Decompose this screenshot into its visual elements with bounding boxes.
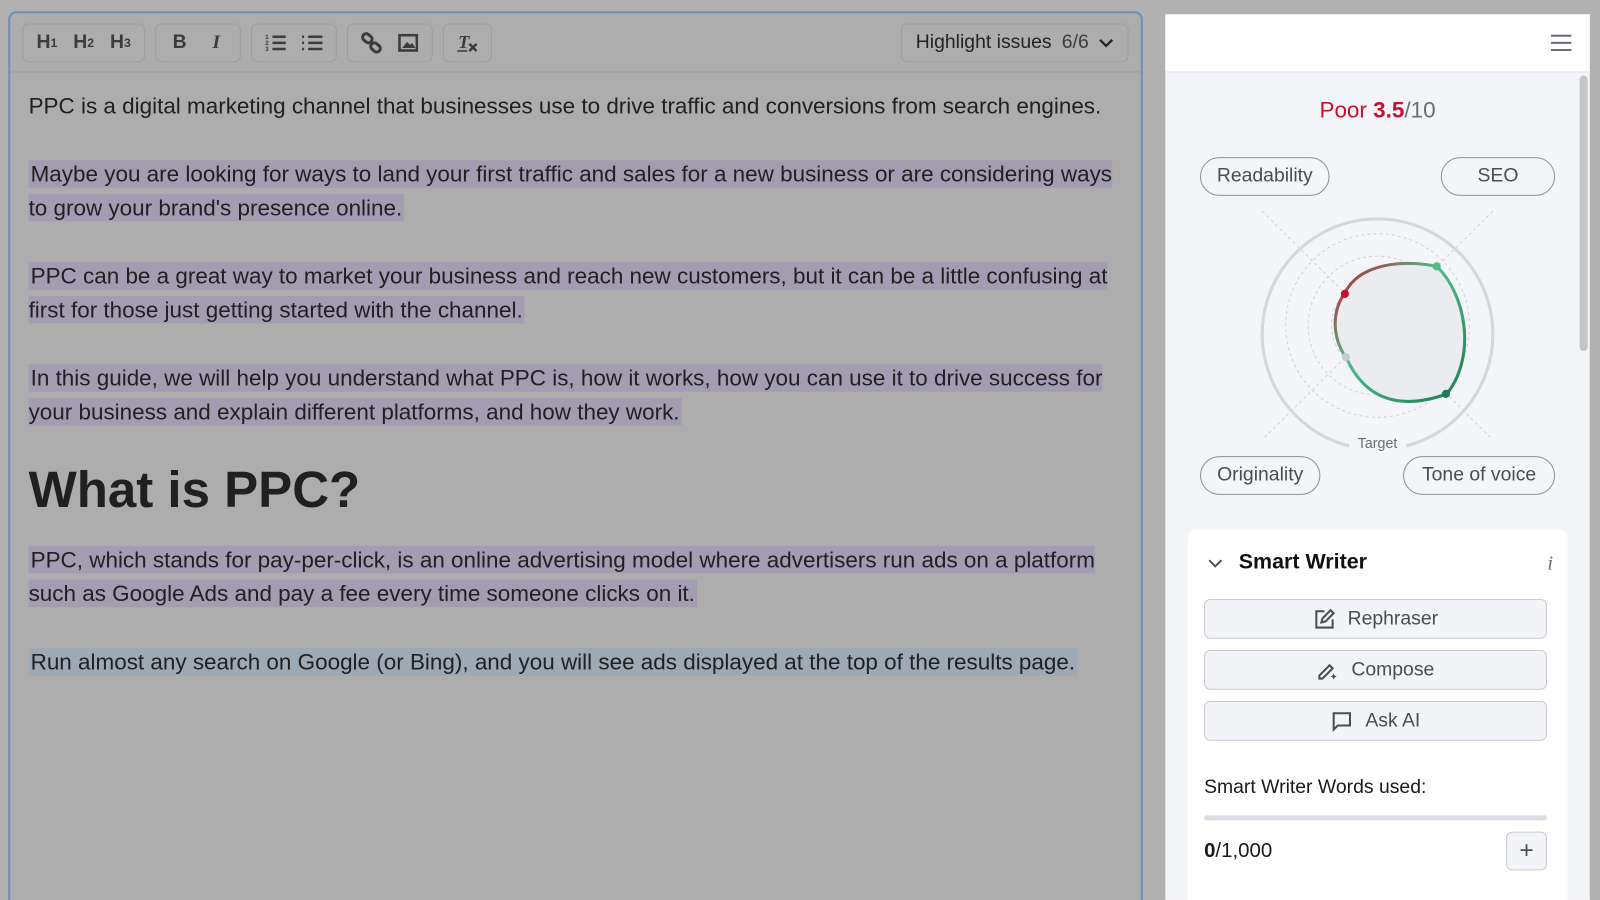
target-label: Target <box>1357 434 1398 452</box>
h3-sub: 3 <box>123 35 131 50</box>
paragraph: Maybe you are looking for ways to land y… <box>28 157 1123 225</box>
heading-group: H1 H2 H3 <box>22 22 145 62</box>
list-group: 123 <box>251 22 337 62</box>
info-icon[interactable]: i <box>1547 552 1553 575</box>
clear-group: T <box>442 22 492 62</box>
score-value: 3.5 <box>1373 96 1405 123</box>
seo-button[interactable]: SEO <box>1440 157 1556 196</box>
readability-point <box>1340 289 1349 298</box>
bullet-list-icon <box>302 34 323 50</box>
compose-button[interactable]: Compose <box>1204 649 1547 690</box>
panel-header <box>1165 14 1590 73</box>
clear-format-icon: T <box>457 31 478 51</box>
highlighted-text[interactable]: PPC, which stands for pay-per-click, is … <box>28 545 1095 608</box>
radar-chart <box>1260 210 1495 448</box>
format-group: B I <box>155 22 241 62</box>
hamburger-menu-icon[interactable] <box>1551 34 1572 56</box>
smart-writer-card: Smart Writer i Rephraser Compose Ask AI … <box>1187 529 1568 900</box>
paragraph: In this guide, we will help you understa… <box>28 361 1123 429</box>
bullet-list-button[interactable] <box>295 27 330 58</box>
tone-of-voice-point <box>1441 389 1450 398</box>
originality-point <box>1341 353 1350 362</box>
h1-button[interactable]: H1 <box>30 27 65 58</box>
link-button[interactable] <box>354 27 389 58</box>
document-body[interactable]: PPC is a digital marketing channel that … <box>10 72 1141 728</box>
paragraph: PPC can be a great way to market your bu… <box>28 259 1123 327</box>
seo-point <box>1432 262 1441 271</box>
add-words-button[interactable]: + <box>1506 831 1547 871</box>
score-rating: Poor <box>1319 96 1367 123</box>
italic-button[interactable]: I <box>199 27 234 58</box>
highlighted-text[interactable]: Maybe you are looking for ways to land y… <box>28 159 1113 222</box>
rephraser-button[interactable]: Rephraser <box>1204 598 1547 639</box>
compose-label: Compose <box>1351 658 1435 681</box>
ordered-list-button[interactable]: 123 <box>258 27 293 58</box>
h1-sub: 1 <box>50 35 58 50</box>
bold-button[interactable]: B <box>162 27 197 58</box>
score-shape <box>1333 261 1467 403</box>
toolbar: H1 H2 H3 B I 123 T Highlight issues 6/6 <box>10 13 1141 73</box>
clear-format-button[interactable]: T <box>450 27 485 58</box>
insert-group <box>346 22 433 62</box>
ordered-list-icon: 123 <box>265 33 286 53</box>
tone-of-voice-button[interactable]: Tone of voice <box>1403 456 1556 495</box>
h1-label: H <box>36 31 51 53</box>
highlight-count: 6/6 <box>1061 31 1089 53</box>
paragraph: PPC is a digital marketing channel that … <box>28 92 1102 119</box>
smart-writer-title: Smart Writer <box>1238 549 1367 574</box>
chat-bubble-icon <box>1332 711 1352 732</box>
image-icon <box>398 33 419 52</box>
chevron-down-icon <box>1099 38 1114 47</box>
words-used-count: 0/1,000 <box>1204 840 1272 863</box>
magic-pen-icon <box>1318 663 1338 680</box>
link-icon <box>361 31 382 54</box>
highlight-issues-dropdown[interactable]: Highlight issues 6/6 <box>900 22 1129 62</box>
image-button[interactable] <box>391 27 426 58</box>
ask-ai-label: Ask AI <box>1365 709 1421 732</box>
scrollbar[interactable] <box>1579 75 1588 352</box>
h2-label: H <box>73 31 88 53</box>
readability-button[interactable]: Readability <box>1199 157 1330 196</box>
svg-text:3: 3 <box>265 46 269 53</box>
h3-label: H <box>109 31 124 53</box>
highlighted-text[interactable]: In this guide, we will help you understa… <box>28 363 1103 426</box>
highlight-label: Highlight issues <box>915 31 1052 53</box>
originality-button[interactable]: Originality <box>1199 456 1321 495</box>
svg-text:T: T <box>458 31 470 51</box>
h3-button[interactable]: H3 <box>103 27 138 58</box>
seo-writing-assistant-panel: Poor 3.5/10 Readability SEO Originality … <box>1165 14 1590 900</box>
h2-button[interactable]: H2 <box>66 27 101 58</box>
heading: What is PPC? <box>28 460 361 518</box>
limit-count: /1,000 <box>1215 839 1273 863</box>
words-used-progress <box>1204 815 1547 821</box>
paragraph: PPC, which stands for pay-per-click, is … <box>28 542 1123 610</box>
highlighted-text[interactable]: Run almost any search on Google (or Bing… <box>28 647 1078 675</box>
overall-score: Poor 3.5/10 <box>1165 97 1589 124</box>
edit-icon <box>1314 608 1335 629</box>
h2-sub: 2 <box>87 35 95 50</box>
paragraph: Run almost any search on Google (or Bing… <box>28 644 1123 678</box>
rephraser-label: Rephraser <box>1347 607 1439 630</box>
editor: H1 H2 H3 B I 123 T Highlight issues 6/6 … <box>8 11 1143 900</box>
chevron-down-icon[interactable] <box>1208 558 1223 568</box>
words-used-label: Smart Writer Words used: <box>1204 776 1427 798</box>
highlighted-text[interactable]: PPC can be a great way to market your bu… <box>28 261 1107 324</box>
used-count: 0 <box>1204 839 1216 863</box>
ask-ai-button[interactable]: Ask AI <box>1204 701 1547 741</box>
score-max: /10 <box>1404 96 1436 123</box>
